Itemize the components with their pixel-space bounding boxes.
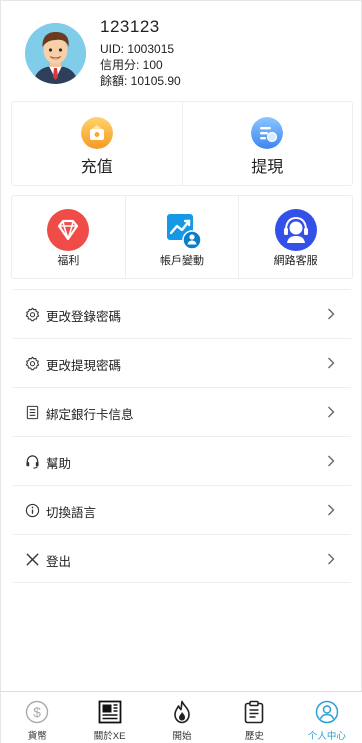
quick-link-welfare[interactable]: 福利 bbox=[12, 196, 125, 278]
quick-link-online-support[interactable]: 網路客服 bbox=[238, 196, 352, 278]
username: 123123 bbox=[100, 17, 160, 36]
menu-item-label: 幫助 bbox=[46, 457, 72, 471]
withdraw-icon bbox=[251, 117, 284, 149]
wallet-actions: 充值 提現 bbox=[11, 101, 353, 186]
document-icon bbox=[26, 405, 39, 420]
menu-item-label: 更改提現密碼 bbox=[46, 359, 122, 373]
user-icon bbox=[315, 700, 339, 724]
quick-link-label: 帳戶變動 bbox=[160, 255, 204, 267]
chevron-right-icon bbox=[328, 455, 335, 467]
headset-icon bbox=[26, 455, 39, 469]
deposit-label: 充值 bbox=[80, 159, 113, 176]
quick-link-account-changes[interactable]: 帳戶變動 bbox=[124, 196, 239, 278]
menu-item-change-login-password[interactable]: 更改登錄密碼 bbox=[13, 289, 351, 338]
chevron-right-icon bbox=[328, 308, 335, 320]
clipboard-icon bbox=[245, 700, 264, 724]
credit-score: 信用分: 100 bbox=[100, 58, 163, 72]
tab-label: 開始 bbox=[172, 731, 192, 742]
chevron-right-icon bbox=[328, 406, 335, 418]
avatar-icon bbox=[25, 23, 86, 84]
avatar[interactable] bbox=[25, 23, 86, 84]
dollar-icon: $ bbox=[26, 700, 49, 724]
balance: 餘額: 10105.90 bbox=[100, 74, 181, 88]
withdraw-label: 提現 bbox=[251, 159, 284, 176]
newspaper-icon bbox=[98, 700, 122, 724]
tab-label: 貨幣 bbox=[27, 731, 47, 742]
gear-icon bbox=[25, 307, 40, 322]
menu-item-switch-language[interactable]: 切換語言 bbox=[13, 485, 351, 534]
tab-label: 个人中心 bbox=[307, 731, 346, 742]
tab-label: 歷史 bbox=[244, 731, 264, 742]
menu-item-help[interactable]: 幫助 bbox=[13, 436, 351, 485]
tab-personal-center[interactable]: 个人中心 bbox=[291, 692, 362, 743]
svg-text:$: $ bbox=[33, 704, 41, 720]
wallet-icon bbox=[80, 117, 113, 149]
user-id: UID: 1003015 bbox=[100, 42, 175, 56]
menu-item-change-withdraw-password[interactable]: 更改提現密碼 bbox=[13, 338, 351, 387]
chevron-right-icon bbox=[328, 357, 335, 369]
tab-currency[interactable]: $ 貨幣 bbox=[1, 692, 73, 743]
deposit-button[interactable]: 充值 bbox=[12, 102, 182, 185]
quick-link-label: 福利 bbox=[57, 255, 80, 267]
menu-item-logout[interactable]: 登出 bbox=[13, 534, 351, 583]
menu-item-label: 綁定銀行卡信息 bbox=[46, 408, 134, 422]
flame-icon bbox=[174, 700, 190, 724]
tab-history[interactable]: 歷史 bbox=[218, 692, 290, 743]
headset-icon bbox=[274, 209, 317, 251]
quick-link-label: 網路客服 bbox=[273, 255, 318, 267]
menu-item-label: 切換語言 bbox=[46, 506, 97, 520]
chart-user-icon bbox=[167, 214, 202, 250]
info-icon bbox=[25, 503, 40, 518]
gear-icon bbox=[25, 356, 40, 371]
menu-item-label: 更改登錄密碼 bbox=[46, 310, 122, 324]
quick-links: 福利 帳戶變動 網路客服 bbox=[11, 195, 353, 279]
app-frame: 123123 UID: 1003015 信用分: 100 餘額: 10105.9… bbox=[0, 0, 362, 743]
diamond-icon bbox=[47, 209, 90, 251]
close-icon bbox=[26, 553, 39, 566]
bottom-tab-bar: $ 貨幣 關於XE 開始 歷史 个人中心 bbox=[1, 691, 362, 743]
menu-item-bind-bank-card[interactable]: 綁定銀行卡信息 bbox=[13, 387, 351, 436]
withdraw-button[interactable]: 提現 bbox=[181, 102, 353, 185]
settings-menu: 更改登錄密碼 更改提現密碼 綁定銀行卡信息 幫助 切換語言 登出 bbox=[13, 289, 351, 583]
tab-start[interactable]: 開始 bbox=[146, 692, 218, 743]
menu-item-label: 登出 bbox=[46, 555, 72, 569]
chevron-right-icon bbox=[328, 504, 335, 516]
profile-header: 123123 UID: 1003015 信用分: 100 餘額: 10105.9… bbox=[25, 17, 345, 89]
tab-label: 關於XE bbox=[93, 731, 126, 742]
chevron-right-icon bbox=[328, 553, 335, 565]
tab-about-xe[interactable]: 關於XE bbox=[73, 692, 145, 743]
